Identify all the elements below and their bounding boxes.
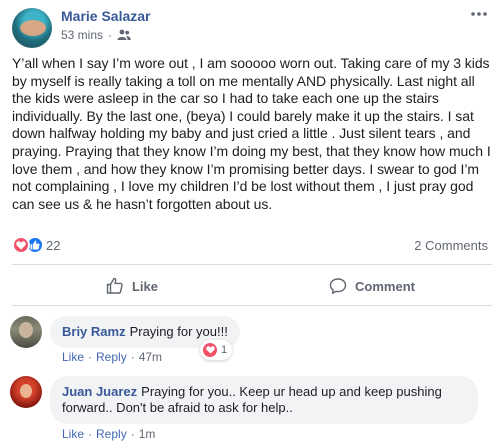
post-text: Y’all when I say I’m wore out , I am soo… <box>12 55 495 212</box>
comment-item: Juan Juarez Praying for you.. Keep ur hea… <box>10 376 490 442</box>
comment-reply-link[interactable]: Reply <box>96 427 127 441</box>
link-separator: · <box>88 350 93 364</box>
comment-time[interactable]: 1m <box>139 427 156 441</box>
reaction-icons[interactable] <box>12 236 44 254</box>
like-label: Like <box>131 278 158 294</box>
friends-icon[interactable] <box>117 29 131 41</box>
more-options-icon[interactable] <box>470 8 488 20</box>
link-separator: · <box>130 350 135 364</box>
divider <box>12 264 492 265</box>
comment-reaction-count: 1 <box>221 344 228 356</box>
comment-item: Briy Ramz Praying for you!!! 1 Like · Rep… <box>10 316 490 366</box>
link-separator: · <box>130 427 135 441</box>
divider <box>12 305 492 306</box>
comment-bubble: Juan Juarez Praying for you.. Keep ur hea… <box>50 376 478 424</box>
author-name[interactable]: Marie Salazar <box>61 8 151 24</box>
post-meta: 53 mins · <box>61 28 131 42</box>
comment-reply-link[interactable]: Reply <box>96 350 127 364</box>
like-button[interactable]: Like <box>12 266 252 306</box>
comment-label: Comment <box>355 278 415 294</box>
post-time[interactable]: 53 mins <box>61 28 103 42</box>
meta-separator: · <box>108 28 113 42</box>
love-icon <box>12 236 30 254</box>
commenter-name[interactable]: Juan Juarez <box>62 384 137 399</box>
link-separator: · <box>88 427 93 441</box>
comment-icon <box>329 278 347 294</box>
love-icon <box>202 342 218 358</box>
commenter-name[interactable]: Briy Ramz <box>62 324 126 339</box>
comment-like-link[interactable]: Like <box>62 350 84 364</box>
comment-time[interactable]: 47m <box>139 350 162 364</box>
post-actions: Like Comment <box>12 266 492 306</box>
thumbs-up-icon <box>106 277 123 294</box>
comment-count[interactable]: 2 Comments <box>414 238 488 253</box>
comment-actions: Like · Reply · 47m <box>62 350 162 364</box>
reactions-summary: 22 2 Comments <box>12 235 492 257</box>
commenter-avatar[interactable] <box>10 376 42 408</box>
comment-text: Praying for you!!! <box>129 324 228 339</box>
commenter-avatar[interactable] <box>10 316 42 348</box>
post-header: Marie Salazar 53 mins · <box>12 6 492 50</box>
comment-reactions[interactable]: 1 <box>200 340 233 360</box>
comment-like-link[interactable]: Like <box>62 427 84 441</box>
comment-button[interactable]: Comment <box>252 266 492 306</box>
author-avatar[interactable] <box>12 8 52 48</box>
comment-actions: Like · Reply · 1m <box>62 427 155 441</box>
reaction-count[interactable]: 22 <box>46 238 60 253</box>
